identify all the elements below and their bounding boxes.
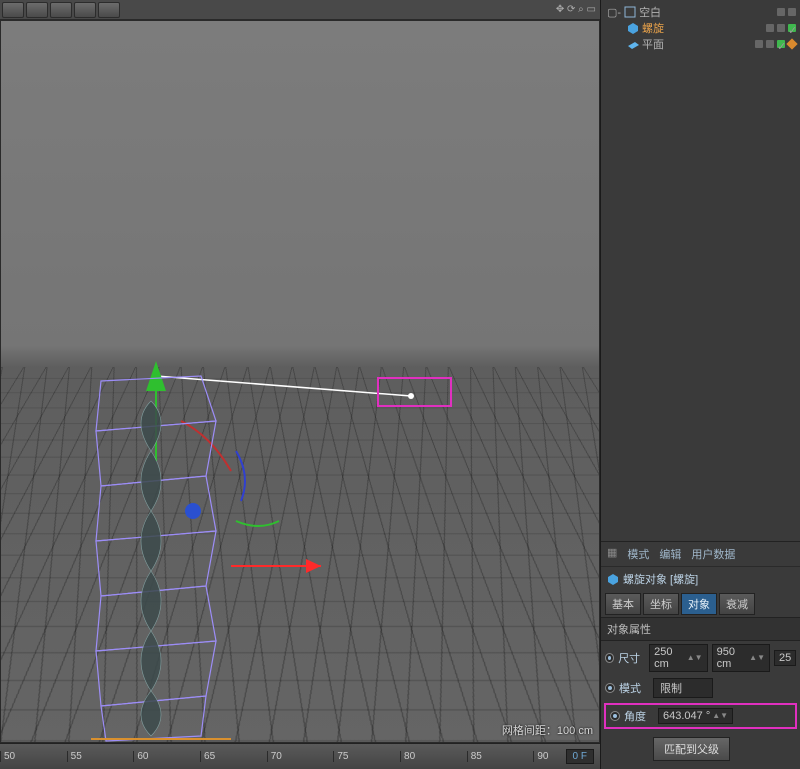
viewport-hud-grid: 网格间距：100 cm — [502, 722, 593, 738]
tool-button[interactable] — [98, 2, 120, 18]
tree-item-label: 平面 — [642, 36, 664, 52]
highlight-box-viewport — [377, 377, 452, 407]
fit-to-parent-button[interactable]: 匹配到父级 — [653, 737, 730, 761]
anim-dot[interactable] — [610, 711, 620, 721]
prop-label-angle: 角度 — [624, 708, 654, 724]
prop-label-size: 尺寸 — [618, 650, 645, 666]
prop-angle-row: 角度 643.047 °▲▼ — [604, 703, 797, 729]
size-y-field[interactable]: 950 cm▲▼ — [712, 644, 770, 672]
tree-item-plane[interactable]: 平面 ✓ — [607, 36, 796, 52]
attribute-manager: ▦ 模式 编辑 用户数据 螺旋对象 [螺旋] 基本 坐标 对象 衰减 对象属性 — [601, 541, 800, 769]
timeline-tick[interactable]: 80 — [400, 751, 467, 762]
size-z-field[interactable]: 25 — [774, 650, 796, 666]
cube-icon — [607, 573, 619, 585]
timeline-tick[interactable]: 55 — [67, 751, 134, 762]
section-object-props: 对象属性 — [601, 617, 800, 641]
viewport-toolbar: ✥ ⟳ ⌕ ▭ — [0, 0, 600, 20]
tree-item-helix[interactable]: 螺旋 ✓ — [607, 20, 796, 36]
tree-item-label: 螺旋 — [642, 20, 664, 36]
tool-button[interactable] — [26, 2, 48, 18]
tab-basic[interactable]: 基本 — [605, 593, 641, 615]
tag-icon — [786, 38, 797, 49]
mode-dropdown[interactable]: 限制 — [653, 678, 713, 698]
menu-userdata[interactable]: 用户数据 — [691, 546, 735, 562]
anim-dot[interactable] — [605, 683, 615, 693]
tab-falloff[interactable]: 衰减 — [719, 593, 755, 615]
prop-size-row: 尺寸 250 cm▲▼ 950 cm▲▼ 25 — [601, 641, 800, 675]
null-icon — [624, 6, 636, 18]
timeline-tick[interactable]: 75 — [333, 751, 400, 762]
expand-icon[interactable]: ▢- — [607, 6, 621, 19]
tree-root-null[interactable]: ▢- 空白 — [607, 4, 796, 20]
cube-icon — [627, 22, 639, 34]
tab-coord[interactable]: 坐标 — [643, 593, 679, 615]
plane-icon — [627, 38, 639, 50]
scene-overlay — [1, 21, 600, 743]
timeline-tick[interactable]: 60 — [133, 751, 200, 762]
viewport-3d[interactable]: 网格间距：100 cm — [0, 20, 600, 743]
viewport-nav-icons[interactable]: ✥ ⟳ ⌕ ▭ — [556, 4, 600, 15]
timeline-tick[interactable]: 65 — [200, 751, 267, 762]
timeline-tick[interactable]: 85 — [467, 751, 534, 762]
current-frame-field[interactable]: 0 F — [566, 749, 594, 764]
timeline-tick[interactable]: 50 — [0, 751, 67, 762]
menu-edit[interactable]: 编辑 — [659, 546, 681, 562]
timeline-tick[interactable]: 70 — [267, 751, 334, 762]
anim-dot[interactable] — [605, 653, 614, 663]
tool-button[interactable] — [50, 2, 72, 18]
attr-tabbar[interactable]: 基本 坐标 对象 衰减 — [601, 591, 800, 617]
menu-mode[interactable]: 模式 — [627, 546, 649, 562]
tab-object[interactable]: 对象 — [681, 593, 717, 615]
tree-item-label: 空白 — [639, 4, 661, 20]
tool-button[interactable] — [74, 2, 96, 18]
selected-object-title: 螺旋对象 [螺旋] — [601, 567, 800, 591]
tool-button[interactable] — [2, 2, 24, 18]
object-manager[interactable]: ▢- 空白 螺旋 ✓ 平面 ✓ — [601, 0, 800, 90]
prop-label-mode: 模式 — [619, 680, 649, 696]
attr-menubar[interactable]: ▦ 模式 编辑 用户数据 — [601, 542, 800, 567]
prop-mode-row: 模式 限制 — [601, 675, 800, 701]
size-x-field[interactable]: 250 cm▲▼ — [649, 644, 707, 672]
timeline[interactable]: 505560657075808590 0 F — [0, 743, 600, 769]
angle-field[interactable]: 643.047 °▲▼ — [658, 708, 733, 724]
grid-icon: ▦ — [607, 546, 617, 562]
